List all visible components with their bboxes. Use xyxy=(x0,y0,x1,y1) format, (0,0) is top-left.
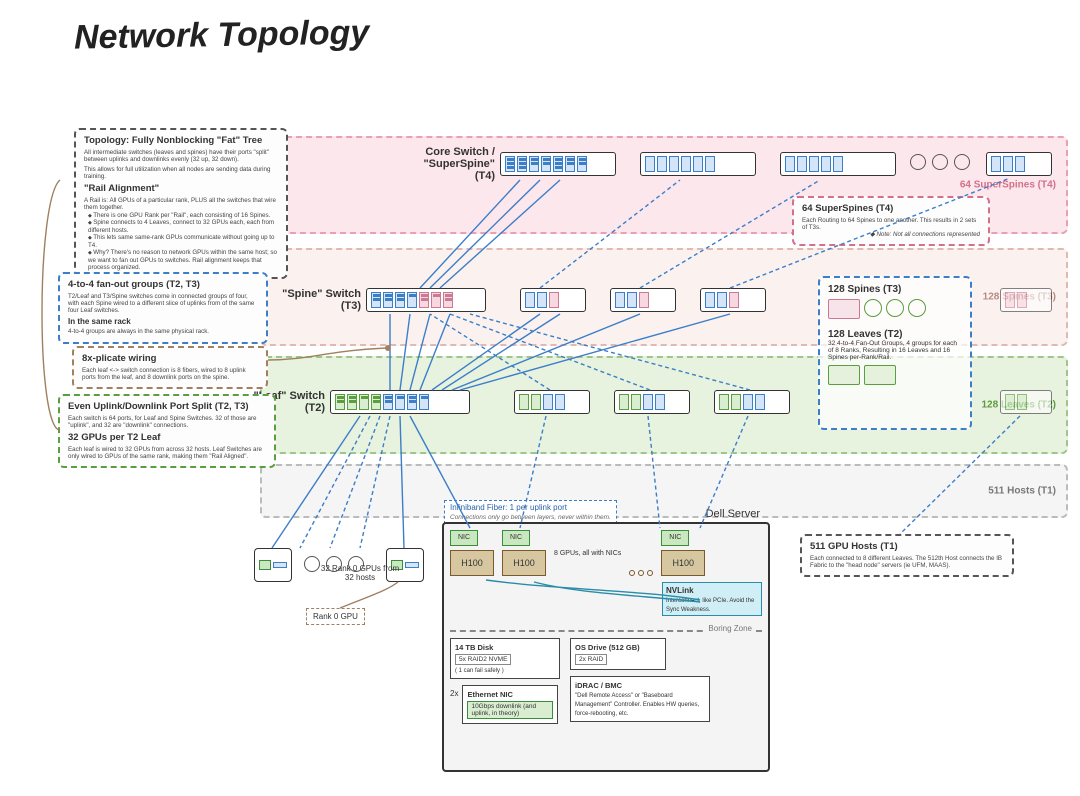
rail-bullet-3: Why? There's no reason to network GPUs w… xyxy=(88,249,278,271)
callout-ss-body: Each Routing to 64 Spines to one another… xyxy=(802,217,980,231)
callout-ss-title: 64 SuperSpines (T4) xyxy=(802,204,980,215)
spine-switch-main: "Spine" Switch (T3) xyxy=(366,288,486,312)
rail-bullet-0: There is one GPU Rank per "Rail", each c… xyxy=(88,212,278,220)
callout-topology-l1: All intermediate switches (leaves and sp… xyxy=(84,149,278,163)
fanout-groups-detail: 128 Spines (T3) 128 Leaves (T2) 32 4-to-… xyxy=(818,276,972,430)
leaf-switch-4 xyxy=(714,390,790,414)
rank0-label: Rank 0 GPU xyxy=(313,612,358,621)
disk-sub: 5x RAID2 NVME xyxy=(455,654,511,665)
disk-title: 14 TB Disk xyxy=(455,643,493,652)
callout-rail-title: "Rail Alignment" xyxy=(84,184,278,195)
server-box: Dell Server NIC H100 NIC H100 8 GPUs, al… xyxy=(442,522,770,772)
callout-ps-l2: Each leaf is wired to 32 GPUs from acros… xyxy=(68,446,266,460)
callout-topology: Topology: Fully Nonblocking "Fat" Tree A… xyxy=(74,128,288,279)
core-switch-last xyxy=(986,152,1052,176)
spines-count-title: 128 Spines (T3) xyxy=(828,284,962,295)
leaves-count-body: 32 4-to-4 Fan-Out Groups, 4 groups for e… xyxy=(828,340,962,361)
tier-band-t1: 511 Hosts (T1) xyxy=(260,464,1068,518)
callout-topology-l2: This allows for full utilization when al… xyxy=(84,166,278,180)
ib-fiber-sub: Connections only go between layers, neve… xyxy=(450,514,611,521)
spine-switch-label: "Spine" Switch (T3) xyxy=(277,288,361,312)
ib-fiber-tag: Infiniband Fiber: 1 per uplink port Conn… xyxy=(444,500,617,524)
rank0-tag: Rank 0 GPU xyxy=(306,608,365,625)
idrac-title: iDRAC / BMC xyxy=(575,681,622,690)
nvlink-title: NVLink xyxy=(666,586,694,595)
spine-switch-4 xyxy=(700,288,766,312)
rail-bullet-2: This lets same same-rank GPUs communicat… xyxy=(88,234,278,249)
callout-fanout-l2t: In the same rack xyxy=(68,317,258,326)
disk-note: ( 1 can fail safely ) xyxy=(455,668,504,674)
os-box: OS Drive (512 GB) 2x RAID xyxy=(570,638,666,670)
leaf-switch-2 xyxy=(514,390,590,414)
leaf-switch-main: "Leaf" Switch (T2) xyxy=(330,390,470,414)
eth-box: Ethernet NIC 10Gbps downlink (and uplink… xyxy=(462,685,558,724)
callout-ps-t1: Even Uplink/Downlink Port Split (T2, T3) xyxy=(68,402,266,413)
callout-fanout: 4-to-4 fan-out groups (T2, T3) T2/Leaf a… xyxy=(58,272,268,344)
boring-label: Boring Zone xyxy=(704,624,756,633)
leaf-switch-3 xyxy=(614,390,690,414)
leaves-count-title: 128 Leaves (T2) xyxy=(828,329,962,340)
gpu-1: H100 xyxy=(502,550,546,576)
callout-port-split: Even Uplink/Downlink Port Split (T2, T3)… xyxy=(58,394,276,468)
os-sub: 2x RAID xyxy=(575,654,607,665)
callout-hosts-title: 511 GPU Hosts (T1) xyxy=(810,542,1004,553)
callout-superspines: 64 SuperSpines (T4) Each Routing to 64 S… xyxy=(792,196,990,246)
ib-fiber-title: Infiniband Fiber: 1 per uplink port xyxy=(450,503,567,512)
callout-topology-title: Topology: Fully Nonblocking "Fat" Tree xyxy=(84,136,278,147)
callout-fanout-l1: T2/Leaf and T3/Spine switches come in co… xyxy=(68,293,258,314)
idrac-box: iDRAC / BMC "Dell Remote Access" or "Bas… xyxy=(570,676,710,722)
os-title: OS Drive (512 GB) xyxy=(575,643,640,652)
gpu-7: H100 xyxy=(661,550,705,576)
page-title: Network Topology xyxy=(74,13,370,57)
callout-8x: 8x-plicate wiring Each leaf <-> switch c… xyxy=(72,346,268,389)
tier-label-t1: 511 Hosts (T1) xyxy=(988,486,1056,497)
core-switch-3 xyxy=(780,152,896,176)
gpu-note: 8 GPUs, all with NICs xyxy=(554,550,621,557)
callout-rail-intro: A Rail is: All GPUs of a particular rank… xyxy=(84,197,278,211)
callout-ps-l1: Each switch is 64 ports, for Leaf and Sp… xyxy=(68,415,266,429)
rank0-caption: 32 Rank 0 GPUs from 32 hosts xyxy=(320,564,400,582)
rail-bullet-1: Spine connects to 4 Leaves, connect to 3… xyxy=(88,219,278,234)
core-switch-main: Core Switch / "SuperSpine" (T4) xyxy=(500,152,616,176)
nic-7: NIC xyxy=(661,530,689,546)
eth-prefix: 2x xyxy=(450,689,458,698)
callout-fanout-title: 4-to-4 fan-out groups (T2, T3) xyxy=(68,280,258,291)
disk-box: 14 TB Disk 5x RAID2 NVME ( 1 can fail sa… xyxy=(450,638,560,679)
callout-hosts: 511 GPU Hosts (T1) Each connected to 8 d… xyxy=(800,534,1014,577)
core-switch-2 xyxy=(640,152,756,176)
nic-0: NIC xyxy=(450,530,478,546)
callout-hosts-body: Each connected to 8 different Leaves. Th… xyxy=(810,555,1004,569)
mini-host-0 xyxy=(254,548,292,582)
spine-switch-3 xyxy=(610,288,676,312)
spine-switch-ghost xyxy=(1000,288,1052,312)
tier-label-t4: 64 SuperSpines (T4) xyxy=(960,180,1056,191)
eth-sub: 10Gbps downlink (and uplink, in theory) xyxy=(467,701,553,719)
core-switch-label: Core Switch / "SuperSpine" (T4) xyxy=(411,146,495,182)
callout-fanout-l2: 4-to-4 groups are always in the same phy… xyxy=(68,328,258,335)
nic-1: NIC xyxy=(502,530,530,546)
nvlink-body: Interconnect, like PCIe. Avoid the Sync … xyxy=(666,598,754,613)
boring-divider: Boring Zone xyxy=(450,630,762,632)
leaf-switch-ghost xyxy=(1000,390,1052,414)
gpu-0: H100 xyxy=(450,550,494,576)
callout-ps-t2: 32 GPUs per T2 Leaf xyxy=(68,433,266,444)
spine-switch-2 xyxy=(520,288,586,312)
callout-ss-note: ◆ Note: Not all connections represented xyxy=(802,231,980,238)
callout-8x-title: 8x-plicate wiring xyxy=(82,354,258,365)
idrac-body: "Dell Remote Access" or "Baseboard Manag… xyxy=(575,693,699,717)
nvlink-box: NVLink Interconnect, like PCIe. Avoid th… xyxy=(662,582,762,616)
server-label: Dell Server xyxy=(706,508,760,520)
core-switch-ellipsis xyxy=(910,154,970,170)
callout-8x-l1: Each leaf <-> switch connection is 8 fib… xyxy=(82,367,258,381)
eth-title: Ethernet NIC xyxy=(467,690,512,699)
